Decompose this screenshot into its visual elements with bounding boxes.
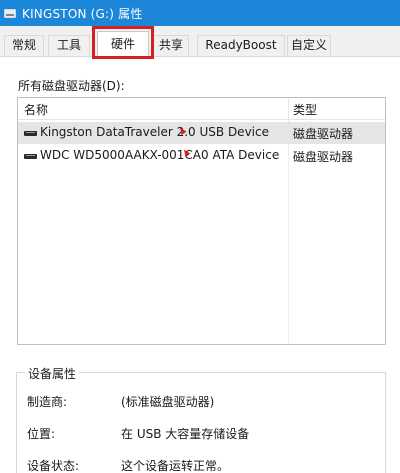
tab-hardware[interactable]: 硬件 <box>97 31 149 58</box>
device-properties-group: 设备属性 制造商: (标准磁盘驱动器) 位置: 在 USB 大容量存储设备 设备… <box>16 365 386 473</box>
window-title: KINGSTON (G:) 属性 <box>22 6 143 21</box>
properties-window: KINGSTON (G:) 属性 常规 工具 硬件 共享 ReadyBoost … <box>0 0 400 473</box>
title-bar[interactable]: KINGSTON (G:) 属性 <box>0 0 400 26</box>
drive-name: Kingston DataTraveler 2.0 USB Device <box>40 125 269 139</box>
drive-type: 磁盘驱动器 <box>293 127 354 141</box>
tab-tools[interactable]: 工具 <box>48 35 90 56</box>
location-label: 位置: <box>27 427 56 441</box>
manufacturer-value: (标准磁盘驱动器) <box>121 395 215 409</box>
usb-drive-icon <box>4 8 16 18</box>
tab-strip: 常规 工具 硬件 共享 ReadyBoost 自定义 <box>0 26 400 58</box>
tab-general[interactable]: 常规 <box>4 35 44 56</box>
list-item[interactable]: WDC WD5000AAKX-001CA0 ATA Device 磁盘驱动器 <box>18 145 385 167</box>
column-separator[interactable] <box>288 98 289 120</box>
disk-drive-icon <box>24 154 37 159</box>
drive-name: WDC WD5000AAKX-001CA0 ATA Device <box>40 148 280 162</box>
tab-customize[interactable]: 自定义 <box>287 35 331 56</box>
device-status-value: 这个设备运转正常。 <box>121 459 230 473</box>
tab-readyboost[interactable]: ReadyBoost <box>197 35 285 56</box>
all-drives-label: 所有磁盘驱动器(D): <box>18 79 125 93</box>
device-properties-title: 设备属性 <box>25 365 80 382</box>
column-header-type[interactable]: 类型 <box>293 101 317 118</box>
drives-list[interactable]: 名称 类型 Kingston DataTraveler 2.0 USB Devi… <box>17 97 386 345</box>
disk-drive-icon <box>24 131 37 136</box>
manufacturer-label: 制造商: <box>27 395 68 409</box>
location-value: 在 USB 大容量存储设备 <box>121 427 250 441</box>
column-header-name[interactable]: 名称 <box>24 101 48 118</box>
device-status-label: 设备状态: <box>27 459 80 473</box>
hardware-panel: 所有磁盘驱动器(D): 名称 类型 Kingston DataTraveler … <box>0 56 400 473</box>
list-item[interactable]: Kingston DataTraveler 2.0 USB Device 磁盘驱… <box>18 122 385 144</box>
tab-sharing[interactable]: 共享 <box>153 35 189 56</box>
drive-type: 磁盘驱动器 <box>293 150 354 164</box>
list-header: 名称 类型 <box>18 98 385 120</box>
